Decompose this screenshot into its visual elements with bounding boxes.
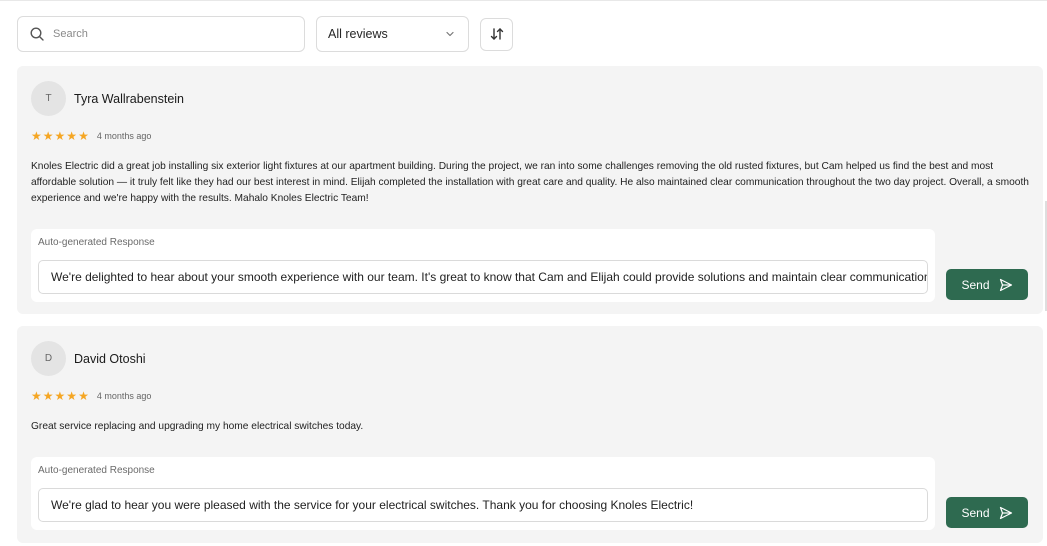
sort-button[interactable] (480, 17, 513, 51)
star-icon: ★ (42, 389, 54, 403)
response-input[interactable]: We're glad to hear you were pleased with… (38, 488, 928, 522)
avatar: T (31, 81, 66, 116)
send-icon (999, 506, 1012, 519)
review-time: 4 months ago (96, 131, 152, 141)
send-button[interactable]: Send (946, 497, 1028, 528)
chevron-down-icon (446, 31, 454, 37)
send-icon (999, 278, 1012, 291)
star-icon: ★ (66, 129, 78, 143)
response-label: Auto-generated Response (38, 237, 155, 248)
review-filter-select[interactable]: All reviews (316, 16, 469, 52)
search-box[interactable] (17, 16, 305, 52)
avatar: D (31, 341, 66, 376)
star-icon: ★ (78, 389, 89, 403)
star-icon: ★ (31, 389, 42, 403)
send-button[interactable]: Send (946, 269, 1028, 300)
star-icon: ★ (54, 129, 66, 143)
review-card: T Tyra Wallrabenstein ★ ★ ★ ★ ★ 4 months ago… (17, 66, 1043, 314)
response-box: Auto-generated Response We're delighted … (31, 229, 935, 302)
review-text: Great service replacing and upgrading my… (31, 421, 364, 432)
review-time: 4 months ago (96, 391, 152, 401)
star-icon: ★ (78, 129, 89, 143)
reviewer-info: T Tyra Wallrabenstein (31, 81, 184, 116)
review-text: Knoles Electric did a great job installi… (31, 161, 1029, 204)
star-rating: ★ ★ ★ ★ ★ (31, 390, 89, 402)
star-icon: ★ (42, 129, 54, 143)
reviews-page: All reviews T Tyra Wallrabenstein ★★★★★ … (0, 0, 1047, 546)
star-icon: ★ (66, 389, 78, 403)
rating-row: ★ ★ ★ ★ ★ 4 months ago (31, 130, 151, 142)
send-button-label: Send (961, 277, 990, 292)
review-card: D David Otoshi ★ ★ ★ ★ ★ 4 months ago Great … (17, 326, 1043, 543)
response-label: Auto-generated Response (38, 465, 155, 476)
star-icon: ★ (54, 389, 66, 403)
sort-arrows-icon (490, 28, 503, 40)
search-input[interactable] (53, 28, 293, 40)
response-box: Auto-generated Response We're glad to he… (31, 457, 935, 530)
reviewer-name: David Otoshi (74, 351, 146, 366)
review-filter-value: All reviews (328, 27, 388, 41)
reviewer-info: D David Otoshi (31, 341, 146, 376)
star-rating: ★ ★ ★ ★ ★ (31, 130, 89, 142)
rating-row: ★ ★ ★ ★ ★ 4 months ago (31, 390, 151, 402)
search-icon (30, 27, 44, 41)
send-button-label: Send (961, 505, 990, 520)
toolbar: All reviews (17, 16, 513, 52)
star-icon: ★ (31, 129, 42, 143)
response-input[interactable]: We're delighted to hear about your smoot… (38, 260, 928, 294)
reviewer-name: Tyra Wallrabenstein (74, 91, 184, 106)
